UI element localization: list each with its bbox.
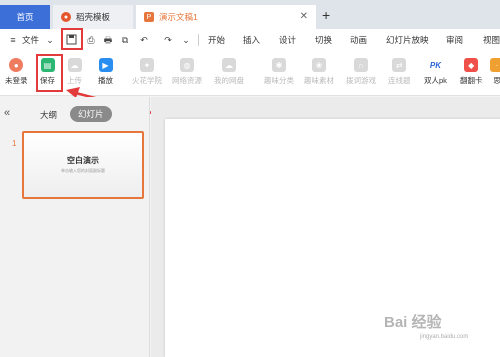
menu-item-design[interactable]: 设计 xyxy=(279,34,296,46)
connect-icon: ⇄ xyxy=(392,58,407,72)
flip-card-button[interactable]: ◆ 翻翻卡 xyxy=(460,55,483,93)
user-icon: ● xyxy=(9,58,24,72)
thumbnail-title: 空白演示 xyxy=(67,156,99,165)
slide-number: 1 xyxy=(12,139,17,148)
fun-category-button[interactable]: ✱ 趣味分类 xyxy=(264,55,294,93)
menu-item-insert[interactable]: 插入 xyxy=(243,34,260,46)
watermark: Bai 经验 xyxy=(384,314,442,331)
tab-slides[interactable]: 幻灯片 xyxy=(70,106,112,122)
more-label: 思 xyxy=(493,76,500,85)
network-label: 网络资源 xyxy=(172,76,202,85)
tab-document[interactable]: P 演示文稿1 ✕ xyxy=(136,5,316,29)
pk-button[interactable]: PK 双人pk xyxy=(424,55,447,93)
menu-item-slideshow[interactable]: 幻灯片放映 xyxy=(386,34,429,46)
print-preview-icon[interactable]: ⎙ xyxy=(85,34,97,46)
category-icon: ✱ xyxy=(272,58,286,72)
more-icon: · xyxy=(490,58,500,72)
print-icon[interactable]: 🖶 xyxy=(102,34,114,46)
fun-material-button[interactable]: ❀ 趣味素材 xyxy=(304,55,334,93)
word-game-label: 拨词游戏 xyxy=(346,76,376,85)
fun-category-label: 趣味分类 xyxy=(264,76,294,85)
flip-card-label: 翻翻卡 xyxy=(460,76,483,85)
globe-icon: ◍ xyxy=(180,58,194,72)
menu-item-review[interactable]: 审阅 xyxy=(446,34,463,46)
material-icon: ❀ xyxy=(312,58,326,72)
add-tab-icon[interactable]: + xyxy=(322,7,330,23)
annotation-box-quick-save xyxy=(61,28,83,50)
menu-hamburger-icon[interactable]: ≡ xyxy=(7,34,19,46)
flip-card-icon: ◆ xyxy=(464,58,479,72)
cloud-icon: ☁ xyxy=(222,58,236,72)
more-button[interactable]: · 思 xyxy=(490,55,500,93)
presentation-icon: P xyxy=(144,12,154,22)
menu-divider xyxy=(198,34,199,46)
export-icon[interactable]: ⧉ xyxy=(119,34,131,46)
slide-thumbnail[interactable]: 空白演示 单击输入您的封面副标题 xyxy=(22,131,144,199)
redo-icon[interactable]: ↷ xyxy=(162,34,174,46)
slide-panel: « 大纲 幻灯片 1 空白演示 单击输入您的封面副标题 xyxy=(0,97,150,357)
tab-home[interactable]: 首页 xyxy=(0,5,50,29)
play-icon: ▶ xyxy=(98,58,113,72)
pk-icon: PK xyxy=(428,58,443,72)
tab-templates[interactable]: ● 稻壳模板 xyxy=(53,5,133,29)
slide-canvas[interactable] xyxy=(165,119,500,357)
cloud-label: 我的网盘 xyxy=(214,76,244,85)
fun-material-label: 趣味素材 xyxy=(304,76,334,85)
annotation-box-save xyxy=(36,54,63,92)
collapse-panel-icon[interactable]: « xyxy=(4,107,10,119)
tab-document-label: 演示文稿1 xyxy=(159,12,198,22)
connect-button[interactable]: ⇄ 连线题 xyxy=(388,55,411,93)
close-icon[interactable]: ✕ xyxy=(300,11,308,22)
docer-icon: ● xyxy=(61,12,71,22)
chevron-down-icon[interactable]: ⌄ xyxy=(180,34,192,46)
cloud-upload-icon: ☁ xyxy=(67,58,82,72)
chevron-down-icon[interactable]: ⌄ xyxy=(44,34,56,46)
login-button[interactable]: ● 未登录 xyxy=(5,55,28,93)
menu-item-home[interactable]: 开始 xyxy=(208,34,225,46)
tab-outline[interactable]: 大纲 xyxy=(40,109,57,121)
editor-canvas xyxy=(151,97,500,357)
my-cloud-button[interactable]: ☁ 我的网盘 xyxy=(214,55,244,93)
menu-item-transition[interactable]: 切换 xyxy=(315,34,332,46)
menu-file[interactable]: 文件 xyxy=(22,34,39,46)
tab-bar: 首页 ● 稻壳模板 P 演示文稿1 ✕ + xyxy=(0,0,500,29)
pk-label: 双人pk xyxy=(424,76,447,85)
network-resources-button[interactable]: ◍ 网络资源 xyxy=(172,55,202,93)
tab-home-label: 首页 xyxy=(16,12,34,22)
login-label: 未登录 xyxy=(5,76,28,85)
watermark-url: jingyan.baidu.com xyxy=(420,334,469,340)
tab-templates-label: 稻壳模板 xyxy=(76,12,111,22)
undo-icon[interactable]: ↶ xyxy=(138,34,150,46)
menu-item-animation[interactable]: 动画 xyxy=(350,34,367,46)
thumbnail-subtitle: 单击输入您的封面副标题 xyxy=(61,168,105,173)
spark-icon: ✦ xyxy=(140,58,154,72)
game-icon: ∩ xyxy=(354,58,368,72)
connect-label: 连线题 xyxy=(388,76,411,85)
menu-item-view[interactable]: 视图 xyxy=(483,34,500,46)
word-game-button[interactable]: ∩ 拨词游戏 xyxy=(346,55,376,93)
